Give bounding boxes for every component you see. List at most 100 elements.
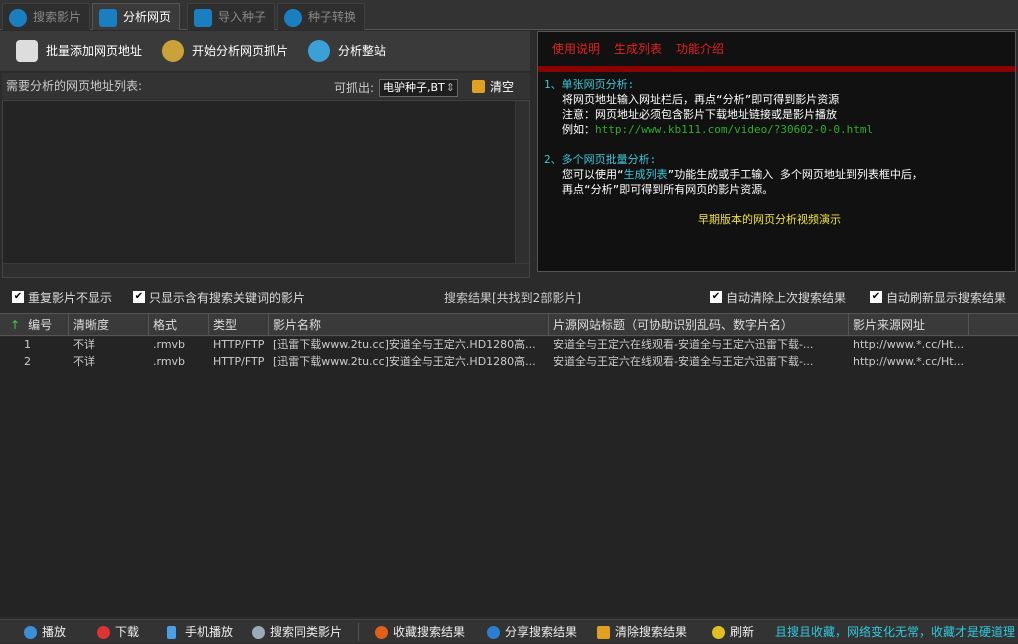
auto-clear-checkbox[interactable]: 自动清除上次搜索结果 bbox=[710, 291, 846, 305]
features-link[interactable]: 功能介绍 bbox=[676, 42, 724, 56]
spinner-icon: ⇕ bbox=[445, 81, 455, 94]
play-button[interactable]: 播放 bbox=[24, 620, 66, 644]
download-icon bbox=[97, 626, 110, 639]
cell-format: .rmvb bbox=[153, 338, 186, 351]
button-label: 分享搜索结果 bbox=[505, 625, 578, 639]
cell-title: [迅雷下载www.2tu.cc]安道全与王定六.HD1280高... bbox=[273, 338, 536, 351]
bottom-toolbar: 播放 下载 手机播放 搜索同类影片 收藏搜索结果 分享搜索结果 清除搜索结果 刷… bbox=[0, 619, 1018, 643]
tab-torrent-convert[interactable]: 种子转换 bbox=[277, 3, 366, 30]
batch-add-button[interactable]: 批量添加网页地址 bbox=[16, 39, 142, 63]
cell-quality: 不详 bbox=[73, 355, 95, 368]
button-label: 手机播放 bbox=[185, 625, 234, 639]
button-label: 分析整站 bbox=[338, 44, 387, 58]
vertical-scrollbar[interactable] bbox=[515, 101, 529, 263]
help-text: 注意：网页地址必须包含影片下载地址链接或是影片播放 bbox=[562, 108, 837, 121]
button-label: 播放 bbox=[42, 625, 67, 639]
magnifier-spy-icon bbox=[162, 40, 184, 62]
example-url: http://www.kb111.com/video/?30602-0-0.ht… bbox=[595, 123, 874, 136]
results-table-body: 1 不详 .rmvb HTTP/FTP [迅雷下载www.2tu.cc]安道全与… bbox=[0, 337, 1018, 617]
heart-icon bbox=[375, 626, 388, 639]
tab-label: 种子转换 bbox=[308, 10, 357, 24]
broom-icon bbox=[472, 80, 485, 93]
only-keyword-checkbox[interactable]: 只显示含有搜索关键词的影片 bbox=[133, 291, 305, 305]
magnifier-icon bbox=[252, 626, 265, 639]
refresh-button[interactable]: 刷新 bbox=[712, 620, 754, 644]
clear-list-button[interactable]: 清空 bbox=[472, 78, 514, 95]
generate-list-inline-link[interactable]: 生成列表 bbox=[624, 168, 668, 181]
column-format[interactable]: 格式 bbox=[149, 314, 209, 336]
page-search-icon bbox=[99, 9, 117, 27]
slogan-text: 且搜且收藏，网络变化无常，收藏才是硬道理 bbox=[775, 625, 1016, 639]
auto-refresh-checkbox[interactable]: 自动刷新显示搜索结果 bbox=[870, 291, 1006, 305]
sort-arrow-icon: ↑ bbox=[10, 318, 21, 332]
phone-icon bbox=[167, 626, 176, 639]
tab-search-movies[interactable]: 搜索影片 bbox=[2, 3, 91, 30]
tab-import-torrent[interactable]: 导入种子 bbox=[187, 3, 276, 30]
toolbar: 批量添加网页地址 开始分析网页抓片 分析整站 bbox=[0, 31, 530, 71]
table-row[interactable]: 2 不详 .rmvb HTTP/FTP [迅雷下载www.2tu.cc]安道全与… bbox=[0, 354, 1018, 370]
cell-title: [迅雷下载www.2tu.cc]安道全与王定六.HD1280高... bbox=[273, 355, 536, 368]
usage-link[interactable]: 使用说明 bbox=[552, 42, 600, 56]
help-text: 您可以使用“ bbox=[562, 168, 624, 181]
horizontal-scrollbar[interactable] bbox=[3, 263, 529, 277]
column-title[interactable]: 影片名称 bbox=[269, 314, 549, 336]
mobile-play-button[interactable]: 手机播放 bbox=[167, 620, 233, 644]
convert-icon bbox=[284, 9, 302, 27]
cell-quality: 不详 bbox=[73, 338, 95, 351]
add-file-icon bbox=[194, 9, 212, 27]
cell-id: 1 bbox=[24, 338, 31, 351]
clear-results-button[interactable]: 清除搜索结果 bbox=[597, 620, 687, 644]
column-source-url[interactable]: 影片来源网址 bbox=[849, 314, 969, 336]
help-text: ”功能生成或手工输入 多个网页地址到列表框中后， bbox=[667, 168, 923, 181]
refresh-icon bbox=[712, 626, 725, 639]
column-id[interactable]: ↑ 编号 bbox=[0, 314, 69, 336]
tab-bar: 搜索影片 分析网页 导入种子 种子转换 bbox=[0, 0, 1018, 30]
cell-site-title: 安道全与王定六在线观看-安道全与王定六迅雷下载-... bbox=[553, 355, 814, 368]
cell-type: HTTP/FTP bbox=[213, 355, 265, 368]
help-text: 将网页地址输入网址栏后，再点“分析”即可得到影片资源 bbox=[562, 93, 840, 106]
column-quality[interactable]: 清晰度 bbox=[69, 314, 149, 336]
button-label: 清除搜索结果 bbox=[615, 625, 688, 639]
download-button[interactable]: 下载 bbox=[97, 620, 139, 644]
table-row[interactable]: 1 不详 .rmvb HTTP/FTP [迅雷下载www.2tu.cc]安道全与… bbox=[0, 337, 1018, 353]
cell-format: .rmvb bbox=[153, 355, 186, 368]
share-icon bbox=[487, 626, 500, 639]
button-label: 刷新 bbox=[730, 625, 755, 639]
globe-icon bbox=[308, 40, 330, 62]
search-similar-button[interactable]: 搜索同类影片 bbox=[252, 620, 342, 644]
button-label: 收藏搜索结果 bbox=[393, 625, 466, 639]
column-site-title[interactable]: 片源网站标题（可协助识别乱码、数字片名） bbox=[549, 314, 849, 336]
broom-icon bbox=[597, 626, 610, 639]
generate-list-link[interactable]: 生成列表 bbox=[614, 42, 662, 56]
tab-label: 导入种子 bbox=[218, 10, 267, 24]
column-type[interactable]: 类型 bbox=[209, 314, 269, 336]
cell-url: http://www.*.cc/Ht... bbox=[853, 338, 965, 351]
capture-value: 电驴种子,BT bbox=[383, 81, 445, 94]
results-table-header: ↑ 编号 清晰度 格式 类型 影片名称 片源网站标题（可协助识别乱码、数字片名） … bbox=[0, 313, 1018, 336]
button-label: 清空 bbox=[490, 80, 515, 94]
help-text: 例如： bbox=[562, 123, 595, 136]
capture-label: 可抓出: bbox=[334, 81, 375, 95]
cell-id: 2 bbox=[24, 355, 31, 368]
url-list-textarea[interactable] bbox=[2, 100, 530, 278]
cell-site-title: 安道全与王定六在线观看-安道全与王定六迅雷下载-... bbox=[553, 338, 814, 351]
video-demo-link[interactable]: 早期版本的网页分析视频演示 bbox=[544, 212, 923, 227]
analyze-site-button[interactable]: 分析整站 bbox=[308, 39, 386, 63]
play-icon bbox=[24, 626, 37, 639]
favorite-results-button[interactable]: 收藏搜索结果 bbox=[375, 620, 465, 644]
button-label: 批量添加网页地址 bbox=[46, 44, 143, 58]
tab-analyze-webpage[interactable]: 分析网页 bbox=[92, 3, 181, 30]
tab-label: 搜索影片 bbox=[33, 10, 82, 24]
start-analyze-button[interactable]: 开始分析网页抓片 bbox=[162, 39, 288, 63]
button-label: 下载 bbox=[115, 625, 140, 639]
button-label: 搜索同类影片 bbox=[270, 625, 343, 639]
url-list-label: 需要分析的网页地址列表: bbox=[6, 79, 143, 93]
checklist-add-icon bbox=[16, 40, 38, 62]
capture-type-select[interactable]: 电驴种子,BT ⇕ bbox=[379, 79, 458, 97]
button-label: 开始分析网页抓片 bbox=[192, 44, 289, 58]
cell-type: HTTP/FTP bbox=[213, 338, 265, 351]
result-status: 搜索结果[共找到2部影片] bbox=[444, 291, 581, 305]
share-results-button[interactable]: 分享搜索结果 bbox=[487, 620, 577, 644]
no-duplicate-checkbox[interactable]: 重复影片不显示 bbox=[12, 291, 112, 305]
result-options: 重复影片不显示 只显示含有搜索关键词的影片 搜索结果[共找到2部影片] 自动清除… bbox=[0, 286, 1018, 310]
